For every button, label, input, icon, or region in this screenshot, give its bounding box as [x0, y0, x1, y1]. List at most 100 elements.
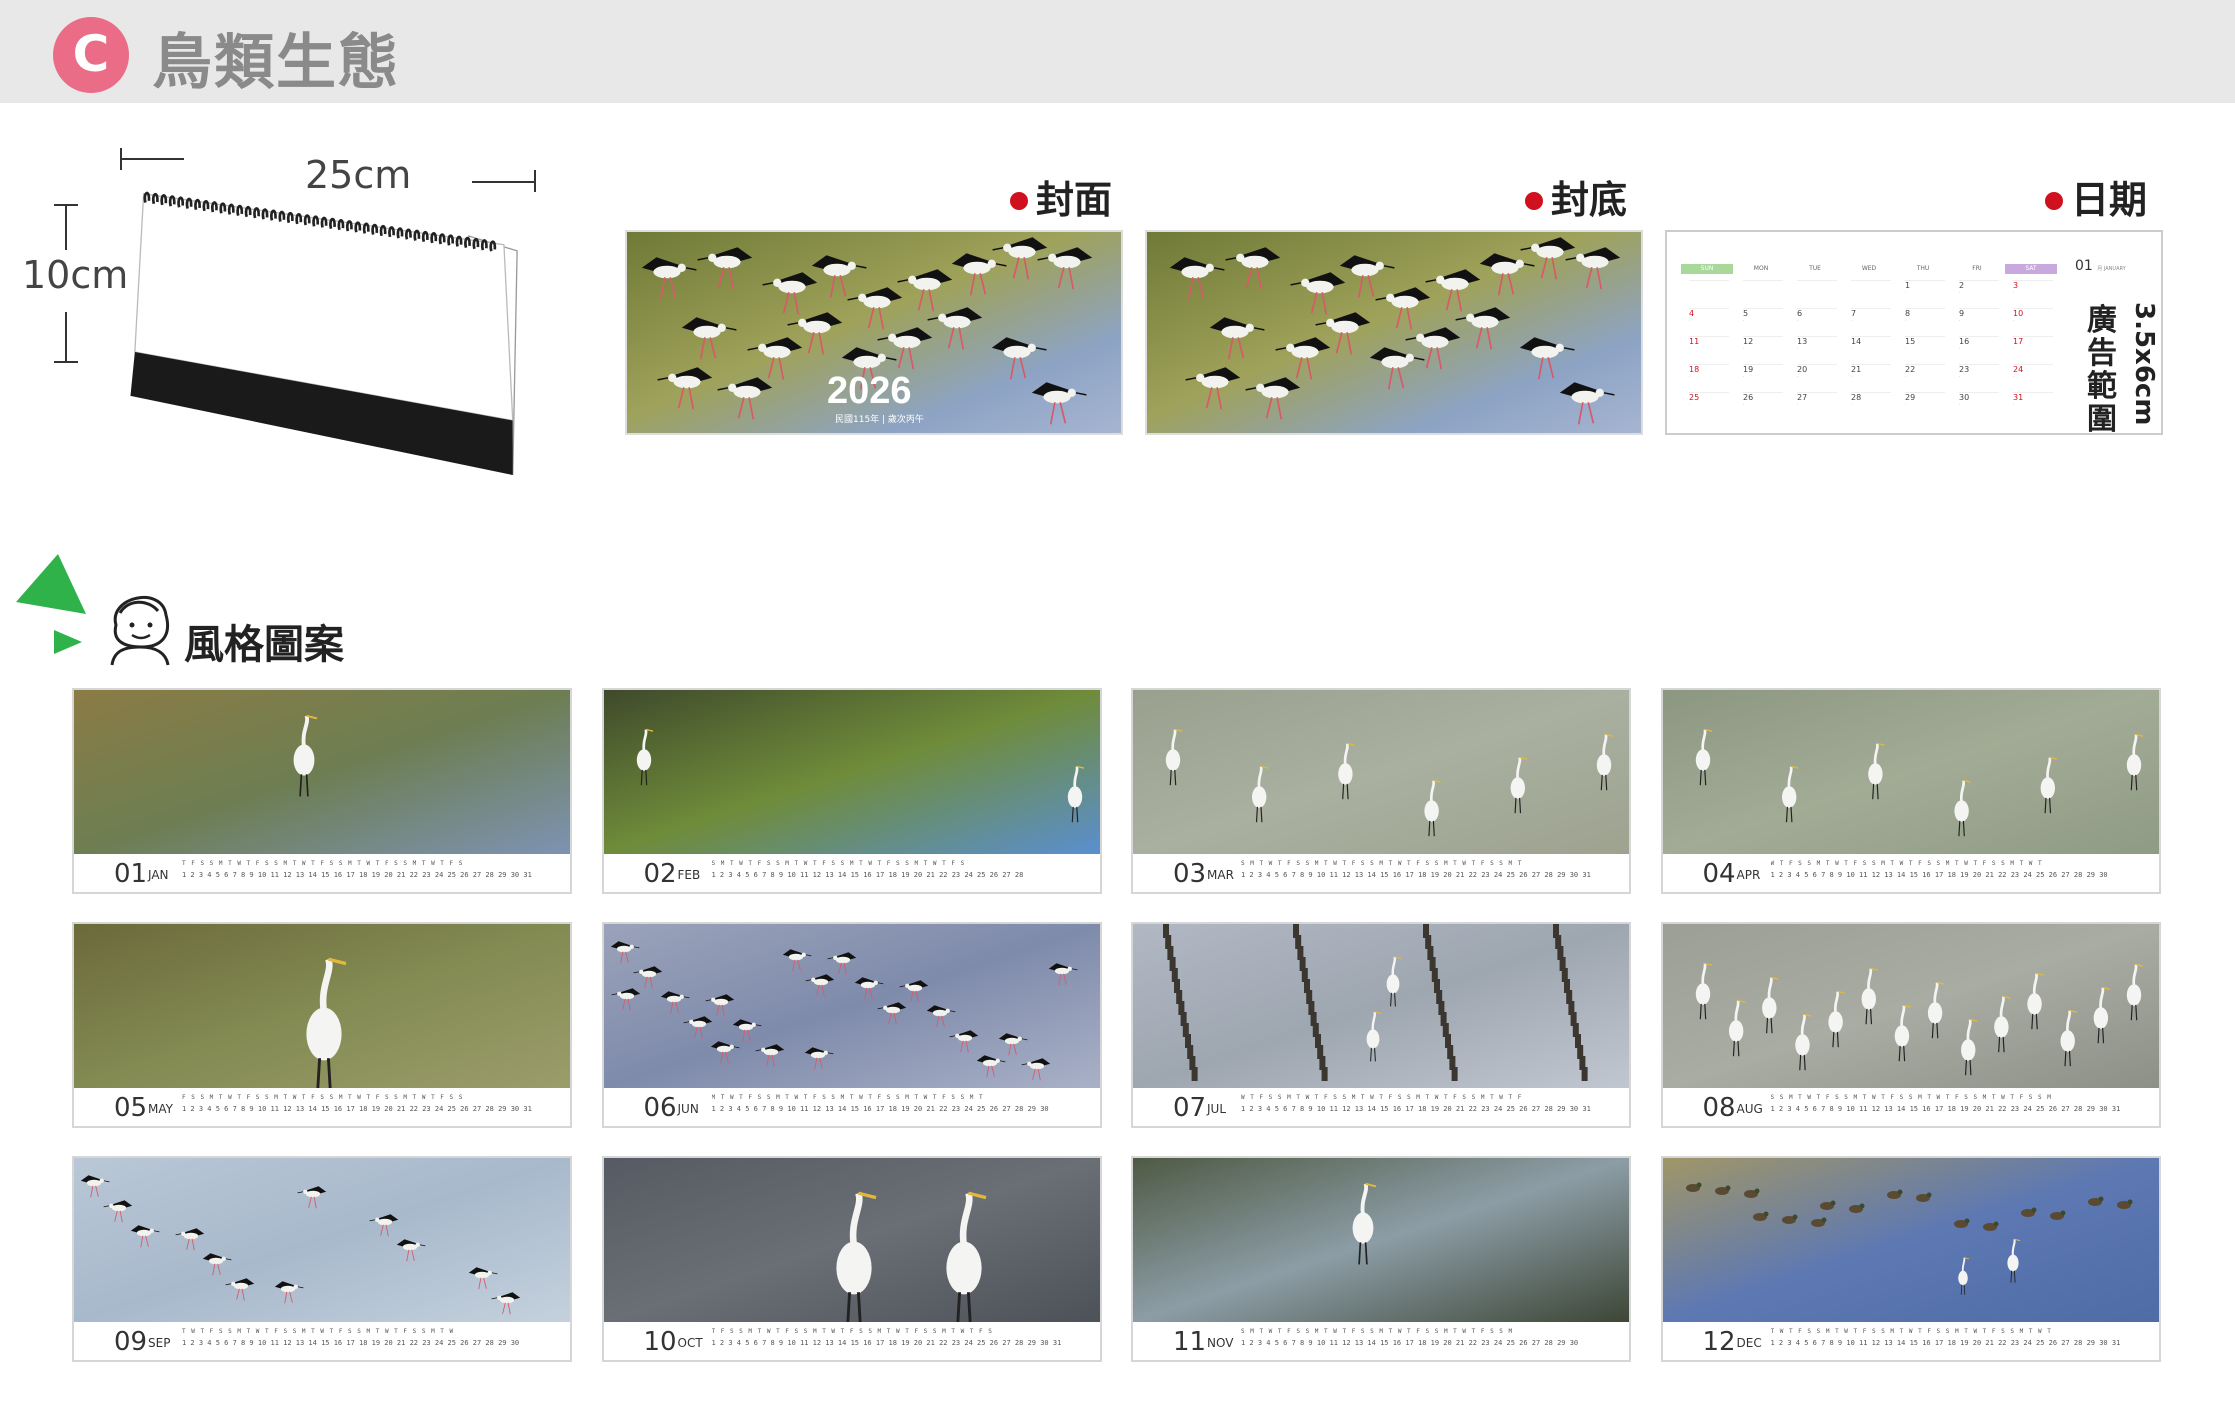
month-card[interactable]: 02 FEB S M T W T F S S M T W T F S S M T W…	[601, 688, 1102, 894]
date-cell: 13 ·	[1797, 336, 1837, 360]
month-photo	[1133, 924, 1629, 1088]
green-triangle-icon	[16, 554, 86, 654]
width-dimension-left-line	[120, 158, 184, 160]
month-strip: 09 SEP T W T F S S M T W T F S S M T W T F…	[74, 1322, 570, 1360]
month-number: 08	[1702, 1093, 1736, 1123]
day-number-strip: 1 2 3 4 5 6 7 8 9 10 11 12 13 14 15 16 1…	[711, 871, 1024, 879]
weekday-strip: S S M T W T F S S M T W T F S S M T W T …	[1770, 1094, 2052, 1101]
month-name: APR	[1736, 868, 1761, 882]
day-number-strip: 1 2 3 4 5 6 7 8 9 10 11 12 13 14 15 16 1…	[711, 1105, 1049, 1113]
date-cell: 27 ·	[1797, 392, 1837, 416]
month-number: 10	[643, 1327, 677, 1357]
month-card[interactable]: 11 NOV S M T W T F S S M T W T F S S M T W…	[1131, 1156, 1631, 1362]
month-strip: 05 MAY F S S M T W T F S S M T W T F S S M…	[74, 1088, 570, 1126]
month-number: 09	[114, 1327, 148, 1357]
month-number: 04	[1702, 859, 1736, 889]
weekday-strip: S M T W T F S S M T W T F S S M T W T F …	[1241, 860, 1523, 867]
weekday-strip: T W T F S S M T W T F S S M T W T F S S …	[1770, 1328, 2052, 1335]
day-number-strip: 1 2 3 4 5 6 7 8 9 10 11 12 13 14 15 16 1…	[711, 1339, 1062, 1347]
date-cell: 21 ·	[1851, 364, 1891, 388]
month-name: JUN	[677, 1102, 699, 1116]
width-dimension-right-tick	[534, 170, 536, 192]
date-month-title: 01 月 JANUARY	[2075, 258, 2126, 274]
height-dimension-bottom-line	[65, 312, 67, 362]
month-photo	[74, 924, 570, 1088]
month-card[interactable]: 03 MAR S M T W T F S S M T W T F S S M T W…	[1131, 688, 1631, 894]
date-cell: 16 ·	[1959, 336, 1999, 360]
month-number: 05	[114, 1093, 148, 1123]
month-number: 12	[1702, 1327, 1736, 1357]
day-number-strip: 1 2 3 4 5 6 7 8 9 10 11 12 13 14 15 16 1…	[1241, 1105, 1591, 1113]
month-card[interactable]: 10 OCT T F S S M T W T F S S M T W T F S S…	[601, 1156, 1102, 1362]
date-cell: 7 ·	[1851, 308, 1891, 332]
month-strip: 08 AUG S S M T W T F S S M T W T F S S M T…	[1662, 1088, 2159, 1126]
style-heading: 風格圖案	[184, 622, 344, 668]
date-cell: 11 ·	[1689, 336, 1729, 360]
month-name: OCT	[677, 1336, 703, 1350]
month-strip: 10 OCT T F S S M T W T F S S M T W T F S S…	[603, 1322, 1100, 1360]
month-photo	[1662, 924, 2159, 1088]
day-number-strip: 1 2 3 4 5 6 7 8 9 10 11 12 13 14 15 16 1…	[182, 1105, 532, 1113]
weekday-strip: F S S M T W T F S S M T W T F S S M T W …	[182, 1094, 464, 1101]
weekday-head: SUN	[1681, 264, 1733, 274]
section-header: C 鳥類生態	[0, 0, 2235, 103]
date-cell: 24 ·	[2013, 364, 2053, 388]
weekday-strip: W T F S S M T W T F S S M T W T F S S M …	[1241, 1094, 1523, 1101]
date-cell: 28 ·	[1851, 392, 1891, 416]
month-name: NOV	[1207, 1336, 1234, 1350]
month-strip: 07 JUL W T F S S M T W T F S S M T W T F S…	[1133, 1088, 1629, 1126]
month-strip: 12 DEC T W T F S S M T W T F S S M T W T F…	[1662, 1322, 2159, 1360]
month-strip: 06 JUN M T W T F S S M T W T F S S M T W T…	[603, 1088, 1100, 1126]
month-card[interactable]: 01 JAN T F S S M T W T F S S M T W T F S S…	[72, 688, 572, 894]
month-card[interactable]: 06 JUN M T W T F S S M T W T F S S M T W T…	[601, 922, 1102, 1128]
date-cell: 25 ·	[1689, 392, 1729, 416]
day-number-strip: 1 2 3 4 5 6 7 8 9 10 11 12 13 14 15 16 1…	[1241, 871, 1591, 879]
month-card[interactable]: 12 DEC T W T F S S M T W T F S S M T W T F…	[1660, 1156, 2161, 1362]
height-dimension-top-line	[65, 204, 67, 250]
month-name: DEC	[1736, 1336, 1762, 1350]
month-strip: 11 NOV S M T W T F S S M T W T F S S M T W…	[1133, 1322, 1629, 1360]
month-photo	[74, 690, 570, 854]
month-photo	[1133, 690, 1629, 854]
month-strip: 03 MAR S M T W T F S S M T W T F S S M T W…	[1133, 854, 1629, 892]
date-cell: 10 ·	[2013, 308, 2053, 332]
date-cell: 18 ·	[1689, 364, 1729, 388]
weekday-head: FRI	[1972, 265, 1982, 272]
month-number: 02	[643, 859, 677, 889]
date-cell	[1743, 280, 1783, 304]
weekday-strip: S M T W T F S S M T W T F S S M T W T F …	[711, 860, 966, 867]
month-photo	[1133, 1158, 1629, 1322]
month-name: FEB	[677, 868, 701, 882]
month-photo	[603, 1158, 1100, 1322]
date-cell: 29 ·	[1905, 392, 1945, 416]
width-dimension-right-line	[472, 181, 536, 183]
month-card[interactable]: 05 MAY F S S M T W T F S S M T W T F S S M…	[72, 922, 572, 1128]
date-cell: 14 ·	[1851, 336, 1891, 360]
weekday-head: TUE	[1809, 265, 1821, 272]
date-cell: 4 ·	[1689, 308, 1729, 332]
weekday-strip: S M T W T F S S M T W T F S S M T W T F …	[1241, 1328, 1514, 1335]
month-photo	[1662, 690, 2159, 854]
weekday-head: THU	[1916, 265, 1930, 272]
month-card[interactable]: 07 JUL W T F S S M T W T F S S M T W T F S…	[1131, 922, 1631, 1128]
date-cell: 17 ·	[2013, 336, 2053, 360]
date-cell: 2 ·	[1959, 280, 1999, 304]
ad-size-label: 3.5x6cm	[2129, 302, 2159, 426]
stilts-photo	[1147, 232, 1641, 433]
day-number-strip: 1 2 3 4 5 6 7 8 9 10 11 12 13 14 15 16 1…	[182, 1339, 520, 1347]
date-cell: 30 ·	[1959, 392, 1999, 416]
month-number: 03	[1173, 859, 1207, 889]
month-card[interactable]: 04 APR W T F S S M T W T F S S M T W T F S…	[1660, 688, 2161, 894]
month-name: JUL	[1207, 1102, 1227, 1116]
month-photo	[1662, 1158, 2159, 1322]
section-title: 鳥類生態	[152, 28, 400, 98]
weekday-head: WED	[1861, 265, 1877, 272]
date-cell: 12 ·	[1743, 336, 1783, 360]
month-card[interactable]: 09 SEP T W T F S S M T W T F S S M T W T F…	[72, 1156, 572, 1362]
month-card[interactable]: 08 AUG S S M T W T F S S M T W T F S S M T…	[1660, 922, 2161, 1128]
month-name: SEP	[148, 1336, 171, 1350]
month-photo	[603, 924, 1100, 1088]
cover-preview: 2026 民國115年 | 歲次丙午	[625, 230, 1123, 435]
date-cell: 20 ·	[1797, 364, 1837, 388]
date-cell: 8 ·	[1905, 308, 1945, 332]
